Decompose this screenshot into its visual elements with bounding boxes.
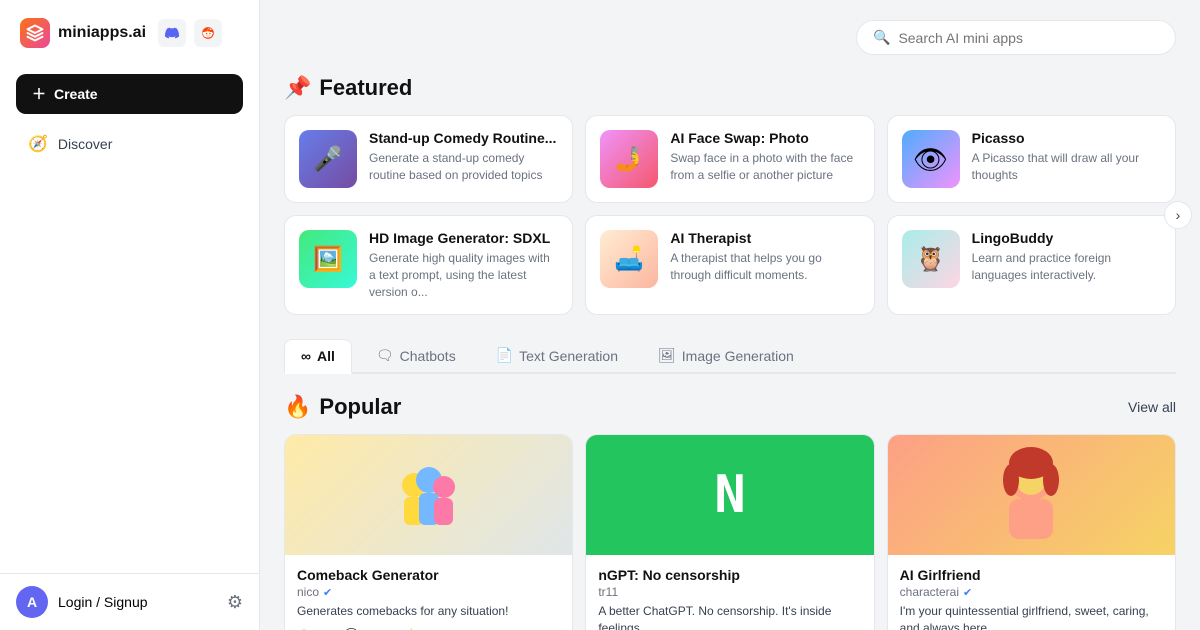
faceswap-icon: 🤳 (600, 130, 658, 188)
featured-next-button[interactable]: › (1164, 201, 1192, 229)
ngpt-img: N (586, 435, 873, 555)
popular-cards-grid: Comeback Generator nico ✔ Generates come… (284, 434, 1176, 630)
comeback-verified: ✔ (323, 586, 332, 599)
tab-textgen[interactable]: 📄 Text Generation (480, 339, 634, 372)
faceswap-title: AI Face Swap: Photo (670, 130, 859, 146)
view-all-button[interactable]: View all (1128, 399, 1176, 415)
search-input[interactable] (898, 30, 1159, 46)
featured-card-picasso[interactable]: 👁 Picasso A Picasso that will draw all y… (887, 115, 1176, 203)
tab-chatbots[interactable]: 🗨 Chatbots (360, 339, 472, 372)
plus-icon: ＋ (32, 84, 46, 104)
featured-card-lingo[interactable]: 🦉 LingoBuddy Learn and practice foreign … (887, 215, 1176, 315)
standup-icon: 🎤 (299, 130, 357, 188)
tab-imagegen[interactable]: 🖼 Image Generation (642, 339, 810, 372)
hdimage-desc: Generate high quality images with a text… (369, 250, 558, 300)
popular-title: 🔥 Popular (284, 394, 401, 420)
aigirlfriend-title: AI Girlfriend (900, 567, 1163, 583)
main-header: 🔍 (284, 20, 1176, 55)
tab-all[interactable]: ∞ All (284, 339, 352, 374)
logo-icon (20, 18, 50, 48)
standup-desc: Generate a stand-up comedy routine based… (369, 150, 558, 184)
popular-card-aigirlfriend[interactable]: AI Girlfriend characterai ✔ I'm your qui… (887, 434, 1176, 630)
therapist-desc: A therapist that helps you go through di… (670, 250, 859, 284)
ngpt-title: nGPT: No censorship (598, 567, 861, 583)
create-label: Create (54, 86, 98, 102)
featured-card-standup[interactable]: 🎤 Stand-up Comedy Routine... Generate a … (284, 115, 573, 203)
ngpt-letter: N (714, 465, 745, 525)
discover-label: Discover (58, 136, 112, 152)
aigirlfriend-desc: I'm your quintessential girlfriend, swee… (900, 603, 1163, 630)
login-button[interactable]: A Login / Signup (16, 586, 148, 618)
sidebar: miniapps.ai ＋ Create 🧭 Discover A Login … (0, 0, 260, 630)
featured-title: 📌 Featured (284, 75, 1176, 101)
discord-button[interactable] (158, 19, 186, 47)
hdimage-icon: 🖼️ (299, 230, 357, 288)
standup-title: Stand-up Comedy Routine... (369, 130, 558, 146)
create-button[interactable]: ＋ Create (16, 74, 243, 114)
textgen-icon: 📄 (496, 347, 513, 364)
popular-card-ngpt[interactable]: N nGPT: No censorship tr11 A better Chat… (585, 434, 874, 630)
reddit-button[interactable] (194, 19, 222, 47)
social-links (158, 19, 222, 47)
avatar: A (16, 586, 48, 618)
featured-card-faceswap[interactable]: 🤳 AI Face Swap: Photo Swap face in a pho… (585, 115, 874, 203)
hdimage-title: HD Image Generator: SDXL (369, 230, 558, 246)
imagegen-icon: 🖼 (658, 347, 676, 364)
search-bar[interactable]: 🔍 (856, 20, 1176, 55)
logo-area: miniapps.ai (0, 0, 259, 66)
aigirlfriend-img (888, 435, 1175, 555)
popular-icon: 🔥 (284, 394, 311, 420)
popular-header: 🔥 Popular View all (284, 394, 1176, 420)
settings-icon[interactable]: ⚙ (227, 592, 243, 613)
comeback-img (285, 435, 572, 555)
featured-section: 🎤 Stand-up Comedy Routine... Generate a … (284, 115, 1176, 315)
aigirlfriend-author: characterai ✔ (900, 585, 1163, 599)
therapist-title: AI Therapist (670, 230, 859, 246)
lingo-icon: 🦉 (902, 230, 960, 288)
app-name: miniapps.ai (58, 24, 146, 42)
chatbots-icon: 🗨 (376, 347, 394, 364)
featured-card-hdimage[interactable]: 🖼️ HD Image Generator: SDXL Generate hig… (284, 215, 573, 315)
comeback-author: nico ✔ (297, 585, 560, 599)
ngpt-author: tr11 (598, 585, 861, 599)
popular-card-comeback[interactable]: Comeback Generator nico ✔ Generates come… (284, 434, 573, 630)
sidebar-item-discover[interactable]: 🧭 Discover (8, 124, 251, 164)
user-label: Login / Signup (58, 594, 148, 610)
picasso-icon: 👁 (902, 130, 960, 188)
featured-card-therapist[interactable]: 🛋️ AI Therapist A therapist that helps y… (585, 215, 874, 315)
comeback-title: Comeback Generator (297, 567, 560, 583)
comeback-desc: Generates comebacks for any situation! (297, 603, 560, 620)
lingo-desc: Learn and practice foreign languages int… (972, 250, 1161, 284)
all-icon: ∞ (301, 348, 311, 364)
category-tabs: ∞ All 🗨 Chatbots 📄 Text Generation 🖼 Ima… (284, 339, 1176, 374)
therapist-icon: 🛋️ (600, 230, 658, 288)
aigirlfriend-verified: ✔ (963, 586, 972, 599)
faceswap-desc: Swap face in a photo with the face from … (670, 150, 859, 184)
sidebar-bottom: A Login / Signup ⚙ (0, 573, 259, 630)
featured-pin-icon: 📌 (284, 75, 311, 101)
search-icon: 🔍 (873, 29, 890, 46)
picasso-title: Picasso (972, 130, 1161, 146)
discover-icon: 🧭 (28, 134, 48, 154)
ngpt-desc: A better ChatGPT. No censorship. It's in… (598, 603, 861, 630)
lingo-title: LingoBuddy (972, 230, 1161, 246)
featured-cards-grid: 🎤 Stand-up Comedy Routine... Generate a … (284, 115, 1176, 315)
main-content: 🔍 📌 Featured 🎤 Stand-up Comedy Routine..… (260, 0, 1200, 630)
picasso-desc: A Picasso that will draw all your though… (972, 150, 1161, 184)
